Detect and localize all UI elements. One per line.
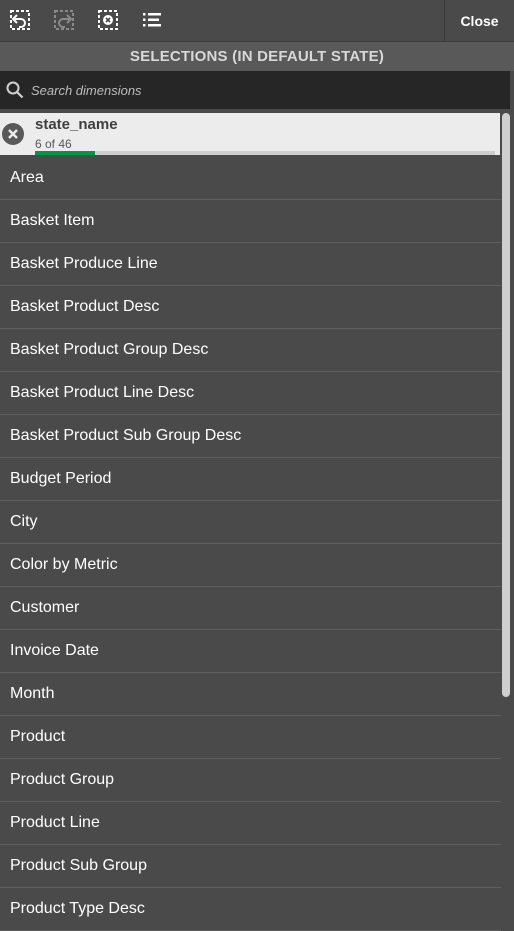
dimension-item[interactable]: Budget Period: [0, 458, 501, 501]
dimension-item[interactable]: Basket Item: [0, 200, 501, 243]
step-back-icon[interactable]: [7, 8, 33, 32]
dimension-item[interactable]: Invoice Date: [0, 630, 501, 673]
dimension-item[interactable]: City: [0, 501, 501, 544]
step-forward-icon[interactable]: [51, 8, 77, 32]
dimension-item[interactable]: Area: [0, 157, 501, 200]
dimension-item[interactable]: Product Line: [0, 802, 501, 845]
search-input[interactable]: [31, 82, 491, 98]
dimension-item[interactable]: Basket Produce Line: [0, 243, 501, 286]
dimension-item[interactable]: Basket Product Sub Group Desc: [0, 415, 501, 458]
selection-count: 6 of 46: [35, 137, 72, 151]
close-button[interactable]: Close: [444, 0, 514, 41]
dimension-item[interactable]: Product Sub Group: [0, 845, 501, 888]
dimension-item[interactable]: Customer: [0, 587, 501, 630]
search-bar: [0, 71, 510, 109]
dimension-item[interactable]: Basket Product Line Desc: [0, 372, 501, 415]
clear-all-selections-icon[interactable]: [95, 8, 121, 32]
selections-list-icon[interactable]: [139, 8, 165, 32]
scrollbar[interactable]: [502, 113, 510, 697]
selections-toolbar: Close: [0, 0, 514, 42]
dimension-item[interactable]: Product Group: [0, 759, 501, 802]
dimension-item[interactable]: Product Type Desc: [0, 888, 501, 931]
dimension-item[interactable]: Month: [0, 673, 501, 716]
selection-bar-fill: [35, 151, 95, 155]
clear-selection-icon[interactable]: [2, 123, 24, 145]
dimension-item[interactable]: Product: [0, 716, 501, 759]
dimension-item[interactable]: Basket Product Desc: [0, 286, 501, 329]
selection-bar: [35, 151, 495, 155]
selection-field-name: state_name: [35, 116, 118, 133]
dimension-item[interactable]: Basket Product Group Desc: [0, 329, 501, 372]
panel-title: SELECTIONS (IN DEFAULT STATE): [0, 42, 514, 71]
search-icon: [1, 71, 29, 109]
dimension-list: Area Basket Item Basket Produce Line Basket…: [0, 157, 501, 931]
dimension-item[interactable]: Color by Metric: [0, 544, 501, 587]
selection-item[interactable]: state_name 6 of 46: [0, 113, 500, 155]
